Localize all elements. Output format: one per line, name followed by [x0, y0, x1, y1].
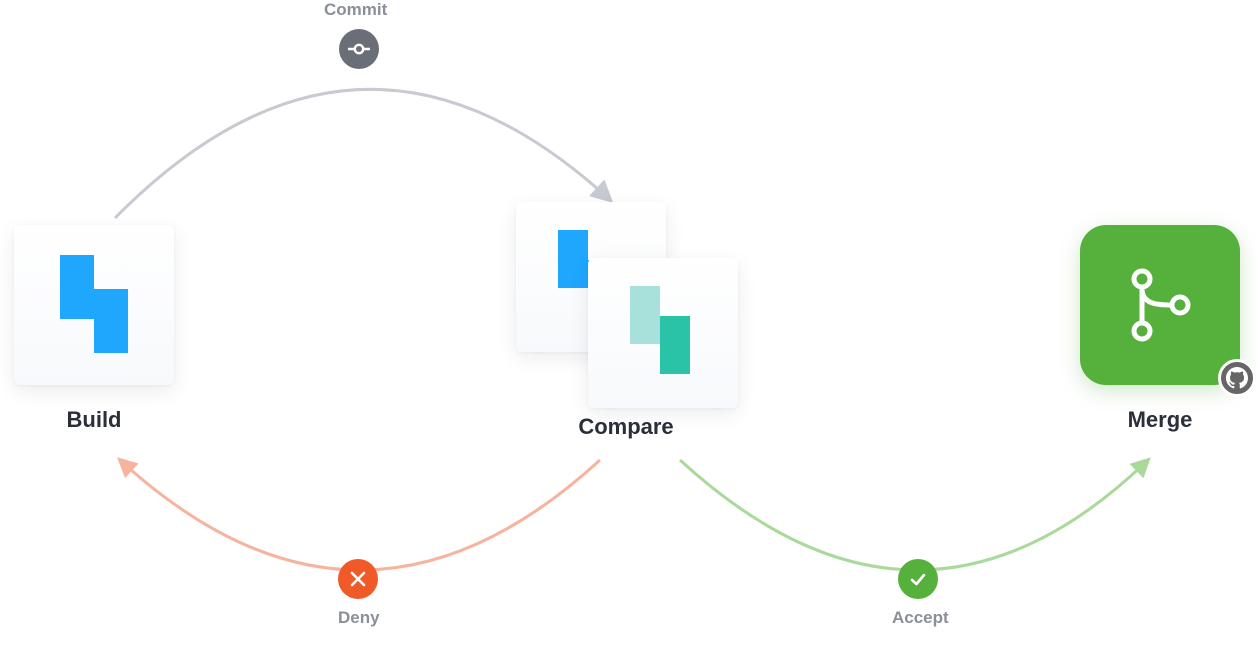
accept-badge [898, 559, 938, 599]
node-label-compare: Compare [578, 414, 673, 440]
arc-label-deny: Deny [338, 608, 380, 628]
close-icon [349, 570, 367, 588]
node-label-build: Build [67, 407, 122, 433]
commit-badge [339, 29, 379, 69]
node-build: Build [14, 225, 174, 433]
github-icon [1218, 359, 1256, 397]
node-merge: Merge [1080, 225, 1240, 433]
component-shape-icon [630, 286, 694, 376]
deny-badge [338, 559, 378, 599]
node-compare: Compare [516, 202, 736, 440]
check-icon [908, 569, 928, 589]
compare-tile-group [516, 202, 736, 402]
arc-label-commit: Commit [324, 0, 387, 20]
arc-label-accept: Accept [892, 608, 949, 628]
component-shape-icon [60, 255, 130, 353]
commit-icon [348, 38, 370, 60]
build-tile [14, 225, 174, 385]
merge-tile [1080, 225, 1240, 385]
workflow-diagram: Build Compare [0, 0, 1256, 646]
git-merge-icon [1124, 265, 1196, 345]
node-label-merge: Merge [1128, 407, 1193, 433]
compare-tile-after [588, 258, 738, 408]
